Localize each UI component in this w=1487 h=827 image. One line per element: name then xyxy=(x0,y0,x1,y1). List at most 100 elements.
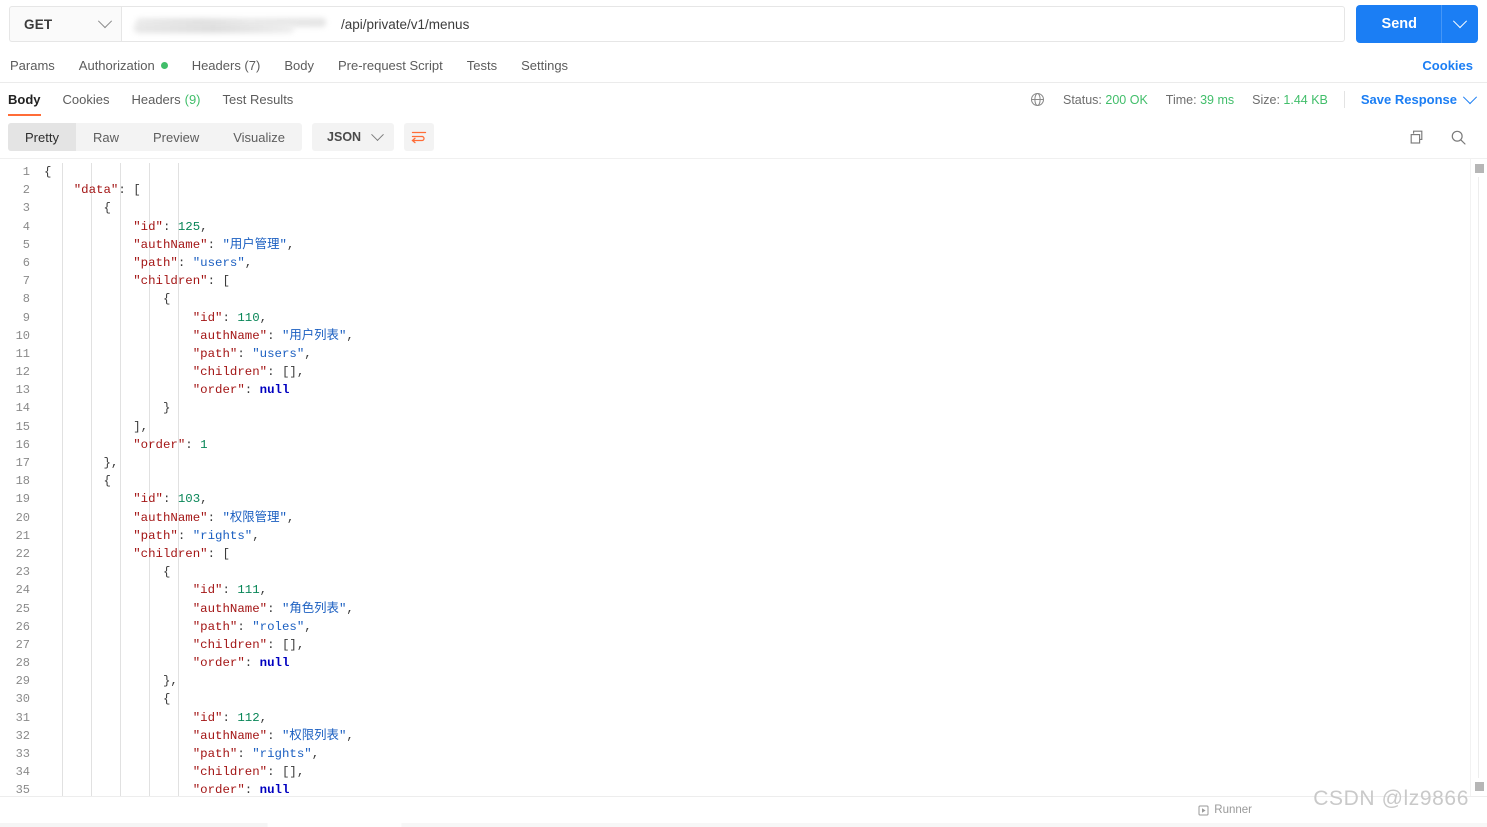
code-token: , xyxy=(286,237,295,252)
code-token: null xyxy=(259,656,290,671)
code-line: 28 "order": null xyxy=(0,654,1471,672)
response-tab-test-results[interactable]: Test Results xyxy=(223,83,294,116)
code-text: "order": 1 xyxy=(44,436,1471,454)
word-wrap-icon xyxy=(411,131,427,144)
code-token: : xyxy=(267,601,282,616)
response-tab-body[interactable]: Body xyxy=(8,83,41,116)
code-token: 110 xyxy=(237,310,260,325)
code-text: "authName": "角色列表", xyxy=(44,600,1471,618)
code-line: 32 "authName": "权限列表", xyxy=(0,727,1471,745)
search-icon[interactable] xyxy=(1450,129,1467,146)
code-token: "users" xyxy=(252,346,305,361)
code-token: { xyxy=(162,692,171,707)
language-select[interactable]: JSON xyxy=(312,123,395,151)
view-mode-visualize[interactable]: Visualize xyxy=(216,123,302,151)
response-tab-cookies[interactable]: Cookies xyxy=(63,83,110,116)
code-token: : xyxy=(237,747,253,761)
code-token: : [], xyxy=(267,365,305,380)
code-line: 31 "id": 112, xyxy=(0,709,1471,727)
code-token: "path" xyxy=(192,747,238,761)
send-button[interactable]: Send xyxy=(1355,5,1441,43)
code-token: 1 xyxy=(200,437,208,452)
line-number: 35 xyxy=(15,783,30,796)
code-text: "path": "rights", xyxy=(44,527,1471,545)
code-text: "children": [], xyxy=(44,636,1471,654)
line-number: 6 xyxy=(22,255,30,270)
cookies-link[interactable]: Cookies xyxy=(1422,58,1473,73)
code-token: "path" xyxy=(133,255,178,270)
code-text: }, xyxy=(44,454,1471,472)
tab-pre-request-script[interactable]: Pre-request Script xyxy=(338,58,443,73)
code-token: , xyxy=(304,346,312,361)
line-number: 29 xyxy=(15,674,30,689)
code-token: : [], xyxy=(267,637,305,652)
code-line: 1{ xyxy=(0,163,1471,181)
code-token: , xyxy=(252,528,260,543)
code-token: { xyxy=(103,474,111,489)
globe-icon[interactable] xyxy=(1030,92,1045,107)
tab-tests[interactable]: Tests xyxy=(467,58,497,73)
code-token: "authName" xyxy=(133,510,208,525)
copy-icon[interactable] xyxy=(1409,129,1426,146)
view-mode-preview[interactable]: Preview xyxy=(136,123,216,151)
runner-label: Runner xyxy=(1214,804,1252,816)
runner-status-item[interactable]: Runner xyxy=(1198,804,1252,816)
code-text: "data": [ xyxy=(44,181,1471,199)
code-token: : xyxy=(237,346,253,361)
code-text: "order": null xyxy=(44,381,1471,399)
url-input[interactable]: /api/private/v1/menus xyxy=(121,6,1345,42)
code-line: 15 ], xyxy=(0,418,1471,436)
response-meta: Status: 200 OK Time: 39 ms Size: 1.44 KB… xyxy=(1030,89,1478,108)
code-line: 7 "children": [ xyxy=(0,272,1471,290)
line-number: 20 xyxy=(15,510,30,525)
code-line: 22 "children": [ xyxy=(0,545,1471,563)
code-line: 23 { xyxy=(0,563,1471,581)
meta-divider xyxy=(1343,91,1345,108)
view-mode-group: Pretty Raw Preview Visualize xyxy=(8,123,303,151)
bottom-strip xyxy=(0,823,1487,827)
code-token: "path" xyxy=(133,528,178,543)
headers-count: (9) xyxy=(184,92,201,107)
code-token: "authName" xyxy=(192,728,268,743)
send-options-button[interactable] xyxy=(1441,5,1478,43)
scrollbar-track[interactable] xyxy=(1478,177,1479,778)
code-line: 18 { xyxy=(0,472,1471,490)
response-tab-headers[interactable]: Headers (9) xyxy=(131,83,200,116)
authorization-status-dot-icon xyxy=(160,61,168,69)
scroll-up-arrow-icon[interactable] xyxy=(1475,164,1484,173)
line-number: 7 xyxy=(22,274,30,289)
code-token: : xyxy=(222,310,238,325)
view-mode-raw[interactable]: Raw xyxy=(76,123,136,151)
json-code-block[interactable]: 1{2 "data": [3 {4 "id": 125, 5 "authName"… xyxy=(0,159,1471,796)
code-token: : xyxy=(162,219,178,234)
line-number: 27 xyxy=(15,637,30,652)
chevron-down-icon xyxy=(1452,14,1468,29)
runner-icon xyxy=(1198,805,1209,815)
tab-authorization[interactable]: Authorization xyxy=(79,58,168,73)
format-toolbar: Pretty Raw Preview Visualize JSON xyxy=(0,116,1487,158)
code-line: 26 "path": "roles", xyxy=(0,618,1471,636)
code-line: 33 "path": "rights", xyxy=(0,745,1471,763)
status-label: Status: xyxy=(1063,92,1102,107)
save-response-button[interactable]: Save Response xyxy=(1361,89,1478,107)
code-token: : [ xyxy=(207,546,230,561)
tab-settings[interactable]: Settings xyxy=(521,58,568,73)
view-mode-pretty[interactable]: Pretty xyxy=(8,123,76,151)
http-method-select[interactable]: GET xyxy=(9,6,121,42)
tab-params[interactable]: Params xyxy=(10,58,55,73)
size-badge: Size: 1.44 KB xyxy=(1252,93,1328,107)
scroll-down-arrow-icon[interactable] xyxy=(1475,782,1484,791)
time-badge: Time: 39 ms xyxy=(1166,93,1234,107)
code-text: "children": [], xyxy=(44,363,1471,381)
code-line: 21 "path": "rights", xyxy=(0,527,1471,545)
code-line: 30 { xyxy=(0,690,1471,708)
tab-body[interactable]: Body xyxy=(284,58,314,73)
time-label: Time: xyxy=(1165,92,1197,107)
line-number: 23 xyxy=(15,565,30,580)
code-token: "path" xyxy=(192,346,238,361)
word-wrap-toggle[interactable] xyxy=(404,123,435,151)
tab-headers[interactable]: Headers (7) xyxy=(192,58,261,73)
code-text: "children": [], xyxy=(44,763,1471,781)
code-text: { xyxy=(44,290,1471,308)
vertical-scrollbar[interactable] xyxy=(1470,159,1487,796)
